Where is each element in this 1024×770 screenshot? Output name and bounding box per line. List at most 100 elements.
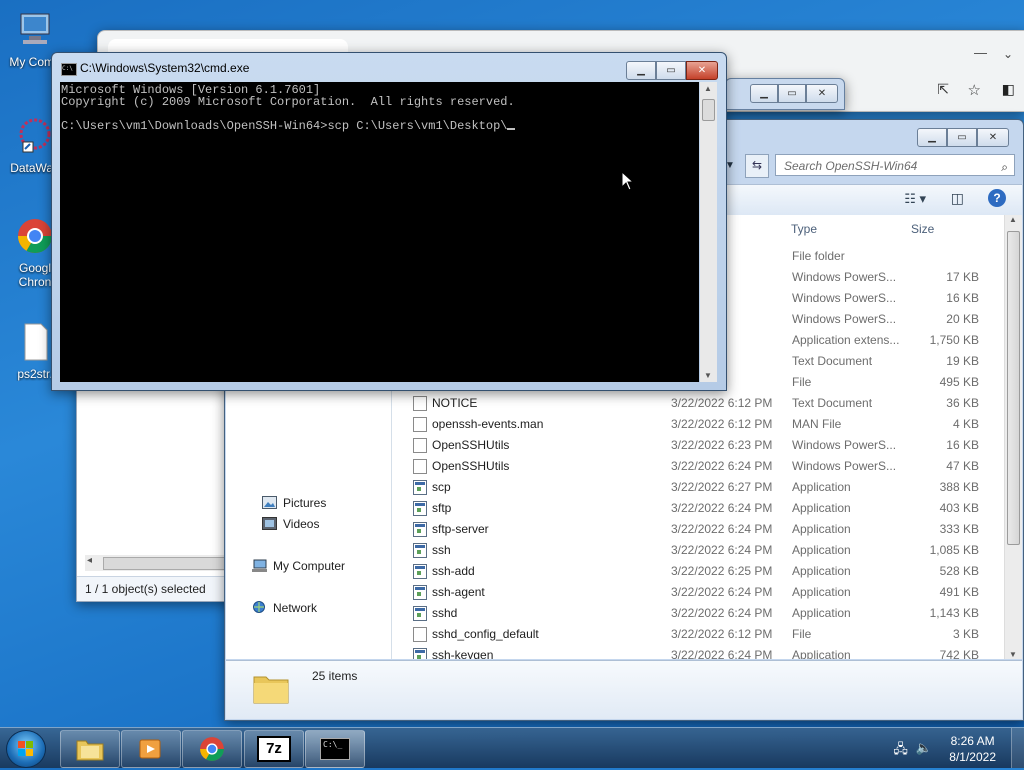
table-row[interactable]: sftp 3/22/2022 6:24 PM Application 403 KB	[393, 498, 1004, 519]
videos-icon	[262, 517, 277, 530]
taskbar: 7z C:\_ 🖧 🔈 8:26 AM 8/1/2022	[0, 727, 1024, 768]
sidebar-icon[interactable]: ◧	[1002, 81, 1015, 98]
type-cell: Windows PowerS...	[792, 459, 897, 473]
cmd-window[interactable]: C:\ C:\Windows\System32\cmd.exe ▁ ▭ ✕ Mi…	[51, 52, 727, 391]
views-icon[interactable]: ☷ ▾	[904, 191, 926, 207]
console-prompt: C:\Users\vm1\Downloads\OpenSSH-Win64>scp…	[61, 119, 508, 133]
preview-pane-icon[interactable]: ◫	[951, 190, 964, 207]
date-modified-cell: 3/22/2022 6:12 PM	[671, 627, 773, 641]
scroll-down-icon[interactable]: ▼	[704, 371, 712, 380]
pictures-icon	[262, 496, 277, 509]
nav-item-pictures[interactable]: Pictures	[262, 493, 326, 513]
taskbar-explorer[interactable]	[60, 730, 120, 768]
application-icon	[413, 543, 427, 558]
table-row[interactable]: sshd 3/22/2022 6:24 PM Application 1,143 KB	[393, 603, 1004, 624]
vertical-scrollbar[interactable]: ▲ ▼	[1004, 215, 1022, 659]
chevron-down-icon[interactable]: ⌄	[1003, 47, 1013, 61]
maximize-button[interactable]: ▭	[656, 61, 686, 80]
scrollbar-thumb[interactable]	[702, 99, 715, 121]
table-row[interactable]: ssh-add 3/22/2022 6:25 PM Application 528 K…	[393, 561, 1004, 582]
nav-item-network[interactable]: Network	[252, 598, 317, 618]
details-pane: 25 items	[226, 660, 1022, 719]
document-icon	[413, 396, 427, 411]
start-button[interactable]	[6, 730, 46, 768]
show-desktop-button[interactable]	[1011, 728, 1024, 768]
system-tray: 🖧 🔈	[893, 740, 932, 762]
table-row[interactable]: ssh-agent 3/22/2022 6:24 PM Application 491…	[393, 582, 1004, 603]
clock[interactable]: 8:26 AM 8/1/2022	[949, 733, 996, 765]
size-cell: 19 KB	[946, 354, 979, 368]
help-icon[interactable]: ?	[988, 189, 1006, 207]
column-size[interactable]: Size	[911, 217, 934, 241]
mouse-pointer-icon	[621, 171, 635, 191]
table-row[interactable]: ssh 3/22/2022 6:24 PM Application 1,085 KB	[393, 540, 1004, 561]
nav-item-my-computer[interactable]: My Computer	[252, 556, 345, 576]
refresh-button[interactable]: ⇆	[745, 154, 769, 178]
address-dropdown-icon[interactable]: ▼	[725, 156, 739, 176]
taskbar-media-player[interactable]	[121, 730, 181, 768]
chrome-icon	[18, 219, 52, 253]
maximize-button[interactable]: ▭	[947, 128, 977, 147]
table-row[interactable]: openssh-events.man 3/22/2022 6:12 PM MAN F…	[393, 414, 1004, 435]
table-row[interactable]: sftp-server 3/22/2022 6:24 PM Application 3…	[393, 519, 1004, 540]
table-row[interactable]: ssh-keygen 3/22/2022 6:24 PM Application 74…	[393, 645, 1004, 659]
document-icon	[413, 417, 427, 432]
taskbar-cmd[interactable]: C:\_	[305, 730, 365, 768]
size-cell: 528 KB	[939, 564, 979, 578]
size-cell: 491 KB	[939, 585, 979, 599]
console-output[interactable]: Microsoft Windows [Version 6.1.7601] Copy…	[60, 82, 699, 382]
file-name-cell: OpenSSHUtils	[432, 459, 510, 473]
scroll-up-icon[interactable]: ▲	[1009, 215, 1017, 224]
scroll-down-icon[interactable]: ▼	[1009, 650, 1017, 659]
7zip-icon: 7z	[257, 736, 291, 762]
maximize-button[interactable]: ▭	[778, 84, 806, 103]
taskbar-7zip[interactable]: 7z	[244, 730, 304, 768]
small-window-caption[interactable]: ▁ ▭ ✕	[725, 78, 845, 110]
scroll-left-icon[interactable]: ◂	[87, 555, 92, 566]
network-tray-icon[interactable]: 🖧	[893, 740, 908, 762]
table-row[interactable]: NOTICE 3/22/2022 6:12 PM Text Document 36 K…	[393, 393, 1004, 414]
type-cell: Windows PowerS...	[792, 312, 897, 326]
table-row[interactable]: OpenSSHUtils 3/22/2022 6:23 PM Windows Pow…	[393, 435, 1004, 456]
search-input[interactable]: Search OpenSSH-Win64 ⌕	[775, 154, 1015, 176]
size-cell: 47 KB	[946, 459, 979, 473]
file-name-cell: scp	[432, 480, 451, 494]
type-cell: Application	[792, 480, 851, 494]
minimize-button[interactable]: ▁	[750, 84, 778, 103]
scroll-up-icon[interactable]: ▲	[704, 84, 712, 93]
console-prompt-line: C:\Users\vm1\Downloads\OpenSSH-Win64>scp…	[61, 120, 698, 132]
file-name-cell: ssh	[432, 543, 451, 557]
nav-item-videos[interactable]: Videos	[262, 514, 319, 534]
close-button[interactable]: ✕	[977, 128, 1009, 147]
table-row[interactable]: OpenSSHUtils 3/22/2022 6:24 PM Windows Pow…	[393, 456, 1004, 477]
bookmark-star-icon[interactable]: ☆	[968, 81, 981, 99]
minimize-button[interactable]: ▁	[917, 128, 947, 147]
minimize-button[interactable]: ▁	[626, 61, 656, 80]
table-row[interactable]: sshd_config_default 3/22/2022 6:12 PM File…	[393, 624, 1004, 645]
explorer-icon	[76, 740, 104, 761]
scrollbar-thumb[interactable]	[1007, 231, 1020, 545]
application-icon	[413, 480, 427, 495]
volume-icon[interactable]: 🔈	[916, 740, 932, 762]
date-modified-cell: 3/22/2022 6:25 PM	[671, 564, 773, 578]
close-button[interactable]: ✕	[806, 84, 838, 103]
size-cell: 3 KB	[952, 627, 979, 641]
table-row[interactable]: scp 3/22/2022 6:27 PM Application 388 KB	[393, 477, 1004, 498]
minimize-icon[interactable]: —	[974, 45, 987, 60]
type-cell: Windows PowerS...	[792, 270, 897, 284]
file-name-cell: sftp	[432, 501, 452, 515]
file-name-cell: ssh-keygen	[432, 648, 494, 659]
size-cell: 16 KB	[946, 291, 979, 305]
date-modified-cell: 3/22/2022 6:24 PM	[671, 606, 773, 620]
share-icon[interactable]: ⇱	[937, 81, 949, 98]
chrome-icon	[200, 737, 224, 761]
close-button[interactable]: ✕	[686, 61, 718, 80]
size-cell: 17 KB	[946, 270, 979, 284]
size-cell: 388 KB	[939, 480, 979, 494]
document-icon	[413, 438, 427, 453]
horizontal-scrollbar[interactable]: ◂	[85, 555, 237, 571]
column-type[interactable]: Type	[791, 217, 817, 241]
date-modified-cell: 3/22/2022 6:24 PM	[671, 648, 773, 659]
taskbar-chrome[interactable]	[182, 730, 242, 768]
vertical-scrollbar[interactable]: ▲ ▼	[700, 82, 717, 382]
